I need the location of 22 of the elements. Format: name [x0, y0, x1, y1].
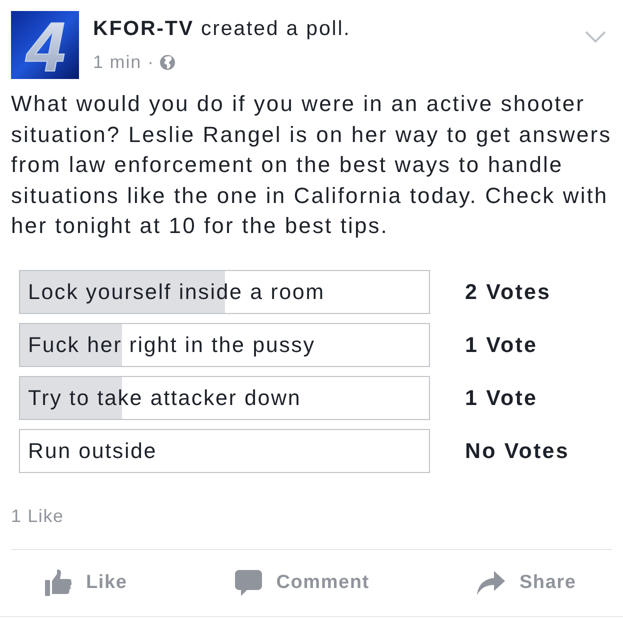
poll-option[interactable]: Fuck her right in the pussy — [19, 322, 430, 367]
action-button[interactable]: Like — [34, 562, 138, 604]
post-author-line: KFOR-TV created a poll. — [93, 16, 351, 42]
like-count[interactable]: 1 Like — [11, 506, 64, 526]
separator-dot: · — [148, 52, 154, 72]
vote-count: 2 Votes — [465, 278, 552, 306]
vote-count: 1 Vote — [465, 384, 538, 412]
post-text: What would you do if you were in an active shooter situation? Leslie Rangel is on her way to get answers from law enforcement on the best ways to handle situations like the one in California today. Check with her tonight at 10 for the best tips. — [11, 90, 613, 240]
speech-bubble-icon — [235, 570, 262, 596]
poll-option[interactable]: Run outside — [19, 428, 430, 473]
vote-count: 1 Vote — [465, 332, 538, 359]
poll-option[interactable]: Lock yourself inside a room — [19, 270, 430, 314]
action-button[interactable]: Share — [466, 562, 588, 604]
post-time[interactable]: 1 min — [93, 52, 142, 72]
vote-count: No Votes — [465, 438, 570, 465]
thumbs-up-icon — [45, 569, 72, 596]
globe-icon — [160, 54, 176, 70]
channel-logo: 4 — [11, 11, 79, 79]
chevron-down-icon[interactable] — [585, 31, 606, 43]
share-arrow-icon — [477, 570, 506, 595]
action-button[interactable]: Comment — [224, 562, 380, 604]
poll-option[interactable]: Try to take attacker down — [19, 376, 430, 420]
